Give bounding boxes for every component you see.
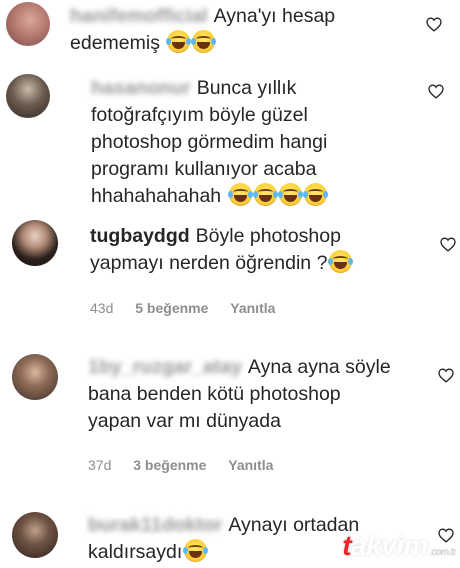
comment-username[interactable]: hasanonur: [91, 77, 191, 99]
comment-text: programı kullanıyor acaba: [91, 158, 317, 180]
comment-text: Aynayı ortadan: [228, 514, 360, 536]
comment-text: Böyle photoshop: [195, 225, 341, 247]
heart-icon[interactable]: [438, 368, 454, 383]
comment-username[interactable]: burak11doktor: [88, 514, 222, 536]
avatar[interactable]: [12, 220, 58, 266]
takvim-watermark-logo: takvim.com.tr: [342, 530, 456, 561]
laughing-emoji-icon: [191, 30, 217, 53]
comment-text: edememiş: [70, 32, 160, 54]
comment-text: Ayna ayna söyle: [247, 356, 391, 378]
heart-icon[interactable]: [428, 84, 444, 99]
heart-icon[interactable]: [440, 237, 456, 252]
laughing-emoji-icon: [277, 183, 303, 206]
comment-4: 1by_ruzgar_atay Ayna ayna söyle bana bend…: [0, 346, 460, 486]
avatar[interactable]: [12, 512, 58, 558]
heart-icon[interactable]: [426, 17, 442, 32]
comment-text: yapmayı nerden öğrendin ?: [90, 252, 328, 274]
comment-text: photoshop görmedim hangi: [91, 131, 328, 153]
comment-username[interactable]: 1by_ruzgar_atay: [88, 356, 242, 378]
comment-time: 37d: [88, 457, 112, 473]
comment-text: bana benden kötü photoshop: [88, 383, 341, 405]
avatar[interactable]: [12, 354, 58, 400]
avatar[interactable]: [6, 74, 50, 118]
comment-text: Bunca yıllık: [196, 77, 297, 99]
comment-text: kaldırsaydı: [88, 541, 183, 563]
comment-username[interactable]: tugbaydgd: [90, 225, 190, 247]
reply-button[interactable]: Yanıtla: [228, 457, 273, 473]
comment-text: yapan var mı dünyada: [88, 410, 281, 432]
laughing-emoji-icon: [252, 183, 278, 206]
reply-button[interactable]: Yanıtla: [230, 300, 275, 316]
comment-username[interactable]: hanifemofficial: [70, 5, 208, 27]
laughing-emoji-icon: [328, 250, 354, 273]
comment-text: Ayna'yı hesap: [213, 5, 336, 27]
comment-2: hasanonur Bunca yıllık fotoğrafçıyım böyl…: [0, 68, 460, 208]
avatar[interactable]: [6, 2, 50, 46]
laughing-emoji-icon: [166, 30, 192, 53]
comment-time: 43d: [90, 300, 114, 316]
comment-3: tugbaydgd Böyle photoshop yapmayı nerden …: [0, 212, 460, 332]
laughing-emoji-icon: [227, 183, 253, 206]
laughing-emoji-icon: [183, 539, 209, 562]
comment-1: hanifemofficial Ayna'yı hesap edememiş: [0, 0, 460, 60]
comment-text: fotoğrafçıyım böyle güzel: [91, 104, 308, 126]
likes-count-button[interactable]: 5 beğenme: [135, 300, 208, 316]
comment-text: hhahahahahah: [91, 185, 222, 207]
laughing-emoji-icon: [302, 183, 328, 206]
likes-count-button[interactable]: 3 beğenme: [133, 457, 206, 473]
